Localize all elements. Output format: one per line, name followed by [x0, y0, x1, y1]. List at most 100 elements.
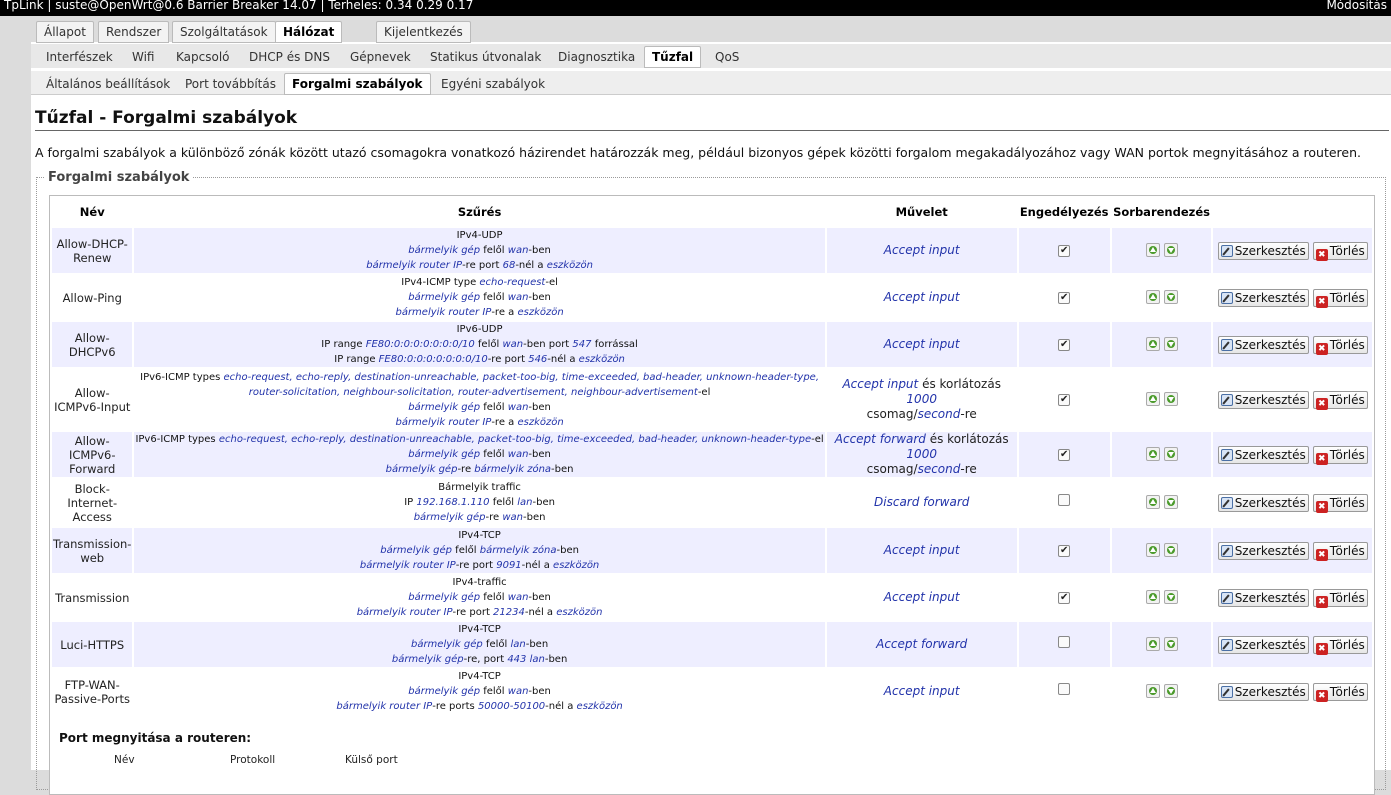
enable-checkbox[interactable]: ✔ — [1058, 245, 1071, 257]
filter-text: IPv6-ICMP types — [140, 371, 224, 383]
menu-tab-halozat[interactable]: Hálózat — [275, 21, 343, 43]
filter-value-link: bármelyik gép — [385, 464, 458, 475]
filter-line: Bármelyik traffic — [135, 480, 823, 495]
filter-text: -ben port — [523, 339, 573, 350]
move-down-icon[interactable] — [1163, 392, 1178, 406]
menu-tab-allapot[interactable]: Állapot — [36, 21, 94, 43]
submenu-statikus-utvonalak[interactable]: Statikus útvonalak — [422, 46, 549, 68]
action-value: Accept input — [883, 684, 960, 698]
enable-checkbox[interactable] — [1058, 494, 1071, 506]
edit-button[interactable]: Szerkesztés — [1217, 635, 1309, 654]
move-up-icon[interactable] — [1145, 684, 1160, 698]
enable-checkbox[interactable]: ✔ — [1058, 292, 1071, 304]
edit-button[interactable]: Szerkesztés — [1217, 493, 1309, 512]
tab-egyeni-szabalyok[interactable]: Egyéni szabályok — [433, 73, 553, 95]
tab-altalanos-beallitasok[interactable]: Általános beállítások — [38, 73, 178, 95]
filter-text: felől — [480, 592, 508, 603]
enable-checkbox[interactable]: ✔ — [1058, 545, 1071, 557]
delete-button[interactable]: ✖ Törlés — [1312, 288, 1368, 308]
menu-tab-rendszer[interactable]: Rendszer — [98, 21, 170, 43]
submenu-qos[interactable]: QoS — [707, 46, 747, 68]
edit-button[interactable]: Szerkesztés — [1217, 541, 1309, 560]
edit-button[interactable]: Szerkesztés — [1217, 588, 1309, 607]
submenu-diagnosztika[interactable]: Diagnosztika — [550, 46, 643, 68]
delete-icon: ✖ — [1315, 295, 1328, 308]
move-down-icon[interactable] — [1163, 590, 1178, 604]
delete-button[interactable]: ✖ Törlés — [1312, 682, 1368, 702]
delete-button[interactable]: ✖ Törlés — [1312, 541, 1368, 561]
submenu-kapcsolo[interactable]: Kapcsoló — [168, 46, 238, 68]
move-up-icon[interactable] — [1145, 543, 1160, 557]
edit-button[interactable]: Szerkesztés — [1217, 288, 1309, 307]
edit-icon — [1220, 244, 1233, 257]
edit-button[interactable]: Szerkesztés — [1217, 445, 1309, 464]
move-up-icon[interactable] — [1145, 590, 1160, 604]
move-down-icon[interactable] — [1163, 290, 1178, 304]
submenu-dhcp-dns[interactable]: DHCP és DNS — [241, 46, 338, 68]
delete-button[interactable]: ✖ Törlés — [1312, 335, 1368, 355]
filter-text: -re port — [487, 354, 529, 365]
rule-action: Accept input — [826, 669, 1017, 714]
move-down-icon[interactable] — [1163, 447, 1178, 461]
menu-tab-kijelentkezes[interactable]: Kijelentkezés — [376, 21, 471, 43]
submenu-gepnevek[interactable]: Gépnevek — [342, 46, 419, 68]
edit-button[interactable]: Szerkesztés — [1217, 390, 1309, 409]
action-text: -re — [960, 407, 977, 421]
move-down-icon[interactable] — [1163, 243, 1178, 257]
filter-value-link: bármelyik router IP — [356, 607, 453, 618]
filter-value-link: wan — [507, 245, 529, 256]
table-row: Allow-ICMPv6-Forward IPv6-ICMP types echo… — [52, 432, 1372, 477]
move-down-icon[interactable] — [1163, 543, 1178, 557]
action-value: Accept input — [883, 243, 960, 257]
move-up-icon[interactable] — [1145, 447, 1160, 461]
edit-button[interactable]: Szerkesztés — [1217, 682, 1309, 701]
enable-checkbox[interactable]: ✔ — [1058, 339, 1071, 351]
delete-button[interactable]: ✖ Törlés — [1312, 588, 1368, 608]
delete-button[interactable]: ✖ Törlés — [1312, 635, 1368, 655]
filter-text: -re ports — [432, 701, 478, 712]
move-up-icon[interactable] — [1145, 290, 1160, 304]
move-up-icon[interactable] — [1145, 337, 1160, 351]
filter-text: -ben — [528, 292, 551, 303]
edit-button[interactable]: Szerkesztés — [1217, 241, 1309, 260]
filter-text: felől — [480, 401, 508, 413]
filter-value-link: 9091 — [496, 560, 522, 571]
move-up-icon[interactable] — [1145, 392, 1160, 406]
tab-forgalmi-szabalyok[interactable]: Forgalmi szabályok — [284, 73, 431, 95]
enable-checkbox[interactable]: ✔ — [1058, 394, 1071, 406]
filter-value-link: bármelyik gép — [380, 545, 452, 556]
move-down-icon[interactable] — [1163, 637, 1178, 651]
enable-checkbox[interactable] — [1058, 636, 1071, 648]
filter-value-link: eszközön — [578, 354, 625, 365]
menu-tab-szolgaltatasok[interactable]: Szolgáltatások — [172, 21, 276, 43]
filter-line: IPv4-TCP — [135, 622, 823, 637]
enable-checkbox[interactable]: ✔ — [1058, 592, 1071, 604]
delete-button[interactable]: ✖ Törlés — [1312, 241, 1368, 261]
filter-text: IPv4-ICMP type — [401, 277, 480, 288]
delete-label: Törlés — [1329, 337, 1365, 352]
rule-name: Transmission — [52, 575, 133, 620]
enable-checkbox[interactable]: ✔ — [1058, 449, 1071, 461]
submenu-tuzfal[interactable]: Tűzfal — [644, 46, 702, 68]
move-up-icon[interactable] — [1145, 243, 1160, 257]
filter-value-link: 68 — [502, 260, 516, 271]
enable-checkbox[interactable] — [1058, 683, 1071, 695]
edit-button[interactable]: Szerkesztés — [1217, 335, 1309, 354]
filter-value-link: wan — [507, 401, 529, 413]
filter-text: IPv4-UDP — [456, 230, 503, 241]
delete-button[interactable]: ✖ Törlés — [1312, 493, 1368, 513]
port-open-section-title: Port megnyitása a routeren: — [59, 731, 252, 745]
move-down-icon[interactable] — [1163, 495, 1178, 509]
table-row: Transmission-web IPv4-TCP bármelyik gép fe… — [52, 528, 1372, 573]
submenu-interfeszek[interactable]: Interfészek — [38, 46, 121, 68]
move-up-icon[interactable] — [1145, 495, 1160, 509]
move-up-icon[interactable] — [1145, 637, 1160, 651]
move-down-icon[interactable] — [1163, 337, 1178, 351]
submenu-wifi[interactable]: Wifi — [124, 46, 163, 68]
move-down-icon[interactable] — [1163, 684, 1178, 698]
tab-port-tovabbitas[interactable]: Port továbbítás — [177, 73, 284, 95]
filter-value-link: FE80:0:0:0:0:0:0:0/10 — [365, 339, 475, 350]
delete-button[interactable]: ✖ Törlés — [1312, 445, 1368, 465]
filter-line: IPv6-UDP — [135, 322, 823, 337]
delete-button[interactable]: ✖ Törlés — [1312, 390, 1368, 410]
